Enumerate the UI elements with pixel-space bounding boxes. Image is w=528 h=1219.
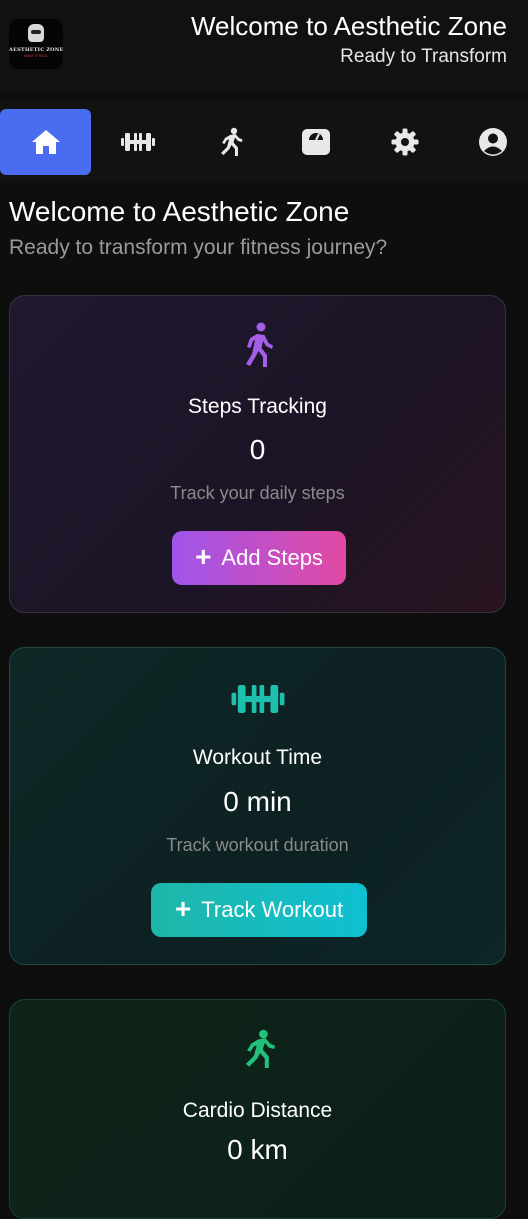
weight-scale-icon: [301, 129, 330, 155]
cardio-value: 0 km: [227, 1134, 288, 1165]
steps-value: 0: [249, 434, 266, 465]
walking-icon: [245, 322, 273, 367]
home-icon: [31, 130, 60, 154]
logo-subtext: MAKE IT REAL: [23, 54, 49, 58]
cardio-icon-wrap: [10, 1026, 505, 1072]
tab-workout[interactable]: [92, 109, 183, 175]
gear-icon: [391, 128, 418, 156]
add-steps-label: Add Steps: [221, 545, 323, 570]
logo-mark: [28, 24, 44, 42]
plus-icon: +: [195, 540, 212, 572]
app-subtitle: Ready to Transform: [340, 46, 507, 67]
workout-value: 0 min: [223, 786, 292, 817]
workout-description: Track workout duration: [166, 835, 349, 855]
workout-icon-wrap: [10, 680, 505, 718]
add-steps-button[interactable]: + Add Steps: [172, 531, 346, 585]
dumbbell-icon: [120, 133, 155, 151]
tab-settings[interactable]: [359, 109, 450, 175]
app-logo: AESTHETIC ZONE MAKE IT REAL: [9, 19, 63, 69]
tab-bar: [0, 102, 528, 182]
workout-card: Workout Time 0 min Track workout duratio…: [9, 647, 506, 965]
logo-text: AESTHETIC ZONE: [9, 47, 63, 53]
tab-cardio[interactable]: [184, 109, 275, 175]
plus-icon: +: [174, 892, 192, 924]
running-icon: [220, 127, 242, 156]
track-workout-button[interactable]: + Track Workout: [151, 883, 367, 937]
steps-description: Track your daily steps: [170, 483, 345, 503]
page-title: Welcome to Aesthetic Zone: [9, 196, 350, 227]
tab-profile[interactable]: [447, 109, 528, 175]
running-icon: [245, 1029, 275, 1068]
user-circle-icon: [478, 128, 507, 156]
steps-card: Steps Tracking 0 Track your daily steps …: [9, 295, 506, 613]
app-header: AESTHETIC ZONE MAKE IT REAL Welcome to A…: [0, 0, 528, 92]
steps-title: Steps Tracking: [188, 395, 327, 418]
dumbbell-icon: [231, 685, 284, 713]
track-workout-label: Track Workout: [201, 897, 344, 922]
cardio-card: Cardio Distance 0 km: [9, 999, 506, 1219]
page-subtitle: Ready to transform your fitness journey?: [9, 236, 388, 259]
tab-weight[interactable]: [270, 109, 361, 175]
workout-title: Workout Time: [192, 746, 323, 769]
steps-icon-wrap: [10, 322, 505, 368]
tab-home[interactable]: [0, 109, 91, 175]
cardio-title: Cardio Distance: [182, 1099, 333, 1122]
app-title: Welcome to Aesthetic Zone: [190, 11, 507, 41]
